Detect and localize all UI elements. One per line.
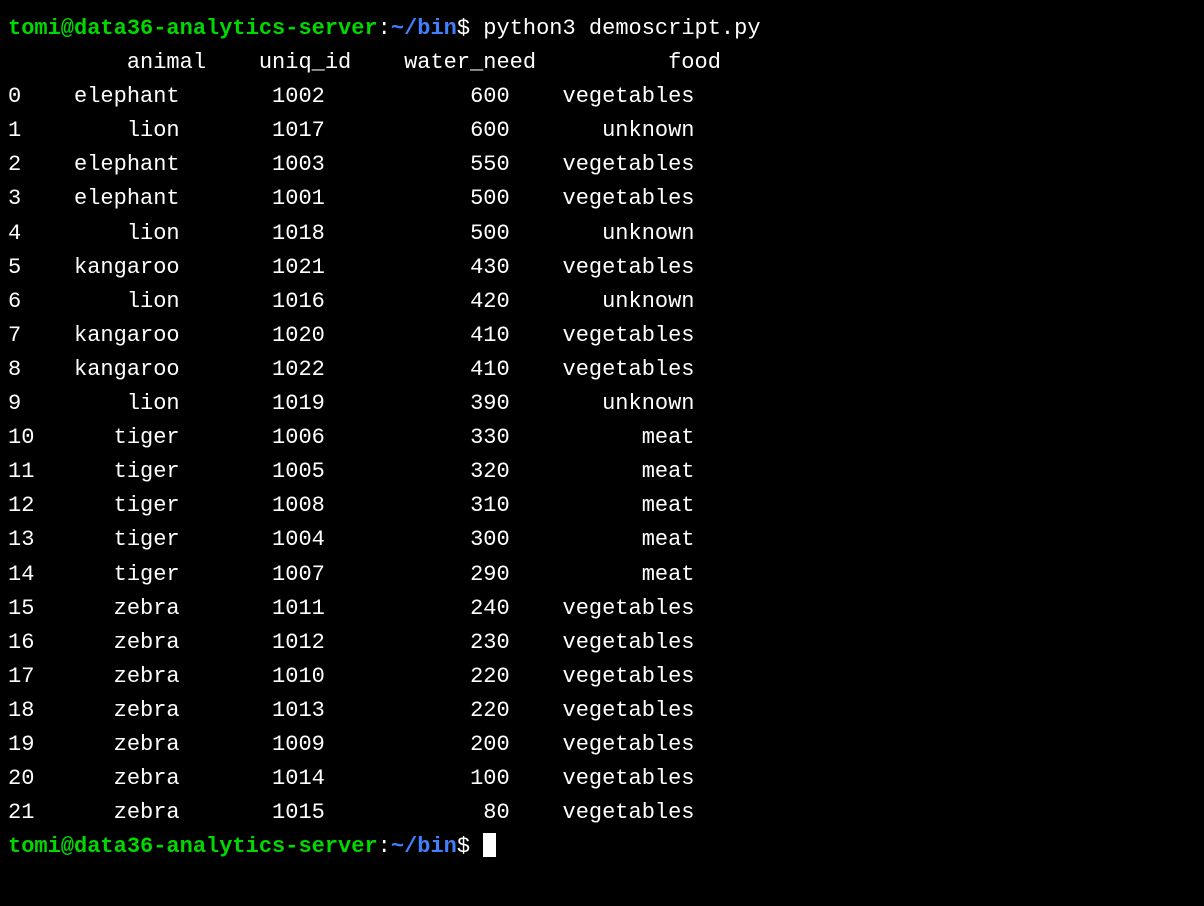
command: python3 demoscript.py xyxy=(483,16,760,41)
colon: : xyxy=(378,16,391,41)
terminal-output: animal uniq_id water_need food 0 elephan… xyxy=(8,46,1196,830)
user-host: tomi@data36-analytics-server xyxy=(8,834,378,859)
prompt-line-1[interactable]: tomi@data36-analytics-server:~/bin$ pyth… xyxy=(8,12,1196,46)
colon: : xyxy=(378,834,391,859)
dollar: $ xyxy=(457,16,483,41)
dollar: $ xyxy=(457,834,483,859)
path: ~/bin xyxy=(391,16,457,41)
user-host: tomi@data36-analytics-server xyxy=(8,16,378,41)
path: ~/bin xyxy=(391,834,457,859)
cursor xyxy=(483,833,496,857)
prompt-line-2[interactable]: tomi@data36-analytics-server:~/bin$ xyxy=(8,830,1196,864)
